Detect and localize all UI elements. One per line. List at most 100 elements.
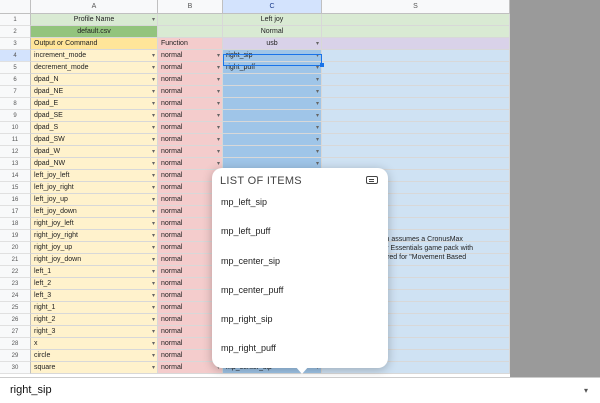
cell-c[interactable]: usb ▾ — [223, 38, 322, 50]
chevron-down-icon[interactable]: ▾ — [152, 350, 155, 361]
row-number[interactable]: 14 — [0, 170, 31, 182]
chevron-down-icon[interactable]: ▾ — [152, 110, 155, 121]
chevron-down-icon[interactable]: ▾ — [152, 98, 155, 109]
cell-a[interactable]: left_joy_right ▾ — [31, 182, 158, 194]
cell-c[interactable]: ▾ — [223, 110, 322, 122]
cell-a[interactable]: circle ▾ — [31, 350, 158, 362]
cell-b[interactable] — [158, 26, 223, 38]
column-header-a[interactable]: A — [31, 0, 158, 14]
cell-s[interactable] — [322, 14, 510, 26]
chevron-down-icon[interactable]: ▾ — [152, 302, 155, 313]
cell-b[interactable]: normal▾ — [158, 74, 223, 86]
chevron-down-icon[interactable]: ▾ — [152, 146, 155, 157]
cell-c[interactable]: ▾ — [223, 146, 322, 158]
chevron-down-icon[interactable]: ▾ — [152, 338, 155, 349]
row-number[interactable]: 4 — [0, 50, 31, 62]
cell-b[interactable]: normal▾ — [158, 146, 223, 158]
chevron-down-icon[interactable]: ▾ — [316, 134, 319, 145]
cell-s[interactable] — [322, 38, 510, 50]
row-number[interactable]: 30 — [0, 362, 31, 374]
keyboard-icon[interactable] — [366, 176, 378, 184]
chevron-down-icon[interactable]: ▾ — [152, 134, 155, 145]
cell-s[interactable] — [322, 98, 510, 110]
cell-c[interactable]: Left joy — [223, 14, 322, 26]
cell-b[interactable]: normal▾ — [158, 62, 223, 74]
chevron-down-icon[interactable]: ▾ — [152, 50, 155, 61]
chevron-down-icon[interactable]: ▾ — [152, 122, 155, 133]
cell-a[interactable]: square ▾ — [31, 362, 158, 374]
cell-a[interactable]: right_1 ▾ — [31, 302, 158, 314]
chevron-down-icon[interactable]: ▾ — [152, 74, 155, 85]
chevron-down-icon[interactable]: ▾ — [217, 122, 220, 133]
row-number[interactable]: 20 — [0, 242, 31, 254]
chevron-down-icon[interactable]: ▾ — [217, 74, 220, 85]
list-item[interactable]: mp_right_sip — [221, 314, 273, 324]
row-number[interactable]: 9 — [0, 110, 31, 122]
cell-b[interactable]: normal▾ — [158, 158, 223, 170]
list-item[interactable]: mp_right_puff — [221, 343, 276, 353]
cell-a[interactable]: right_3 ▾ — [31, 326, 158, 338]
chevron-down-icon[interactable]: ▾ — [217, 62, 220, 73]
row-number[interactable]: 13 — [0, 158, 31, 170]
cell-b[interactable] — [158, 14, 223, 26]
row-number[interactable]: 29 — [0, 350, 31, 362]
row-number[interactable]: 8 — [0, 98, 31, 110]
cell-b[interactable]: normal▾ — [158, 86, 223, 98]
cell-b[interactable]: normal▾ — [158, 110, 223, 122]
row-number[interactable]: 5 — [0, 62, 31, 74]
row-number[interactable]: 23 — [0, 278, 31, 290]
cell-a[interactable]: increment_mode ▾ — [31, 50, 158, 62]
row-number[interactable]: 28 — [0, 338, 31, 350]
chevron-down-icon[interactable]: ▾ — [152, 266, 155, 277]
chevron-down-icon[interactable]: ▾ — [152, 206, 155, 217]
row-number[interactable]: 2 — [0, 26, 31, 38]
chevron-down-icon[interactable]: ▾ — [316, 122, 319, 133]
chevron-down-icon[interactable]: ▾ — [152, 14, 155, 25]
row-number[interactable]: 6 — [0, 74, 31, 86]
cell-a[interactable]: dpad_N ▾ — [31, 74, 158, 86]
chevron-down-icon[interactable]: ▾ — [316, 86, 319, 97]
chevron-down-icon[interactable]: ▾ — [152, 362, 155, 373]
cell-a[interactable]: decrement_mode ▾ — [31, 62, 158, 74]
cell-a[interactable]: dpad_SW ▾ — [31, 134, 158, 146]
chevron-down-icon[interactable]: ▾ — [152, 242, 155, 253]
chevron-down-icon[interactable]: ▾ — [152, 62, 155, 73]
row-number[interactable]: 1 — [0, 14, 31, 26]
cell-a[interactable]: dpad_SE ▾ — [31, 110, 158, 122]
row-number[interactable]: 3 — [0, 38, 31, 50]
cell-b[interactable]: normal▾ — [158, 50, 223, 62]
cell-a[interactable]: right_joy_down ▾ — [31, 254, 158, 266]
cell-a[interactable]: dpad_NE ▾ — [31, 86, 158, 98]
chevron-down-icon[interactable]: ▾ — [217, 50, 220, 61]
row-number[interactable]: 18 — [0, 218, 31, 230]
cell-a[interactable]: left_1 ▾ — [31, 266, 158, 278]
chevron-down-icon[interactable]: ▾ — [152, 158, 155, 169]
list-item[interactable]: mp_left_puff — [221, 226, 270, 236]
chevron-down-icon[interactable]: ▾ — [152, 254, 155, 265]
list-item[interactable]: mp_center_sip — [221, 256, 280, 266]
cell-s[interactable] — [322, 26, 510, 38]
list-item[interactable]: mp_left_sip — [221, 197, 267, 207]
chevron-down-icon[interactable]: ▾ — [152, 170, 155, 181]
column-header-b[interactable]: B — [158, 0, 223, 14]
cell-s[interactable] — [322, 74, 510, 86]
cell-c[interactable]: ▾ — [223, 122, 322, 134]
cell-a[interactable]: dpad_E ▾ — [31, 98, 158, 110]
chevron-down-icon[interactable]: ▾ — [152, 314, 155, 325]
chevron-down-icon[interactable]: ▾ — [217, 110, 220, 121]
cell-b[interactable]: Function — [158, 38, 223, 50]
cell-b[interactable]: normal▾ — [158, 134, 223, 146]
cell-a[interactable]: left_joy_down ▾ — [31, 206, 158, 218]
cell-a[interactable]: dpad_NW ▾ — [31, 158, 158, 170]
cell-a[interactable]: default.csv — [31, 26, 158, 38]
row-number[interactable]: 26 — [0, 314, 31, 326]
chevron-down-icon[interactable]: ▾ — [316, 110, 319, 121]
cell-c[interactable]: ▾ — [223, 134, 322, 146]
cell-a[interactable]: dpad_S ▾ — [31, 122, 158, 134]
cell-c[interactable]: ▾ — [223, 98, 322, 110]
row-number[interactable]: 16 — [0, 194, 31, 206]
row-number[interactable]: 27 — [0, 326, 31, 338]
cell-c[interactable]: Normal — [223, 26, 322, 38]
chevron-down-icon[interactable]: ▾ — [152, 182, 155, 193]
row-number[interactable]: 25 — [0, 302, 31, 314]
